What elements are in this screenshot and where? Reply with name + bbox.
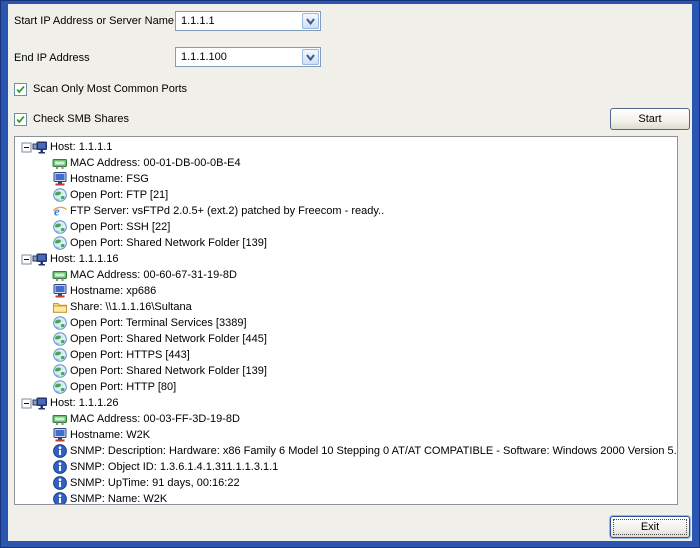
tree-item-row[interactable]: Open Port: Shared Network Folder [139] — [15, 363, 677, 379]
tree-item-row[interactable]: Open Port: Shared Network Folder [445] — [15, 331, 677, 347]
start-ip-dropdown-button[interactable] — [302, 13, 319, 29]
tree-item-row[interactable]: Open Port: FTP [21] — [15, 187, 677, 203]
tree-item-row[interactable]: SNMP: Name: W2K — [15, 491, 677, 505]
tree-item-label: Open Port: HTTP [80] — [70, 381, 176, 393]
port-icon — [52, 363, 68, 379]
info-icon — [52, 459, 68, 475]
port-icon — [52, 187, 68, 203]
tree-item-row[interactable]: Open Port: HTTP [80] — [15, 379, 677, 395]
info-icon — [52, 491, 68, 505]
tree-item-label: MAC Address: 00-03-FF-3D-19-8D — [70, 413, 240, 425]
tree-item-row[interactable]: Hostname: FSG — [15, 171, 677, 187]
info-icon — [52, 443, 68, 459]
port-icon — [52, 379, 68, 395]
tree-item-row[interactable]: Hostname: xp686 — [15, 283, 677, 299]
chevron-down-icon — [305, 53, 316, 62]
tree-item-row[interactable]: Share: \\1.1.1.16\Sultana — [15, 299, 677, 315]
check-icon — [15, 84, 26, 95]
exit-button[interactable]: Exit — [610, 516, 690, 538]
tree-item-label: Open Port: HTTPS [443] — [70, 349, 190, 361]
tree-item-row[interactable]: MAC Address: 00-01-DB-00-0B-E4 — [15, 155, 677, 171]
tree-item-row[interactable]: MAC Address: 00-03-FF-3D-19-8D — [15, 411, 677, 427]
end-ip-dropdown-button[interactable] — [302, 49, 319, 65]
host-icon — [32, 251, 48, 267]
tree-item-label: SNMP: Description: Hardware: x86 Family … — [70, 445, 678, 457]
port-icon — [52, 235, 68, 251]
port-icon — [52, 347, 68, 363]
tree-item-row[interactable]: Open Port: Terminal Services [3389] — [15, 315, 677, 331]
mac-icon — [52, 155, 68, 171]
tree-item-row[interactable]: SNMP: Description: Hardware: x86 Family … — [15, 443, 677, 459]
tree-item-label: Open Port: FTP [21] — [70, 189, 168, 201]
start-ip-combobox[interactable]: 1.1.1.1 — [175, 11, 321, 31]
tree-host-row[interactable]: Host: 1.1.1.16 — [15, 251, 677, 267]
svg-text:e: e — [54, 204, 60, 219]
start-ip-value: 1.1.1.1 — [176, 15, 302, 27]
tree-item-label: SNMP: Object ID: 1.3.6.1.4.1.311.1.1.3.1… — [70, 461, 278, 473]
collapse-expander-icon[interactable] — [21, 139, 32, 155]
host-label: Host: 1.1.1.26 — [50, 397, 119, 409]
mac-icon — [52, 411, 68, 427]
tree-item-label: MAC Address: 00-01-DB-00-0B-E4 — [70, 157, 241, 169]
tree-host-row[interactable]: Host: 1.1.1.1 — [15, 139, 677, 155]
tree-item-label: Open Port: SSH [22] — [70, 221, 170, 233]
tree-item-row[interactable]: Open Port: Shared Network Folder [139] — [15, 235, 677, 251]
tree-item-label: Hostname: FSG — [70, 173, 149, 185]
hostname-icon — [52, 427, 68, 443]
tree-item-label: Open Port: Terminal Services [3389] — [70, 317, 247, 329]
hostname-icon — [52, 171, 68, 187]
scan-common-ports-label: Scan Only Most Common Ports — [33, 83, 187, 95]
port-icon — [52, 331, 68, 347]
check-smb-label: Check SMB Shares — [33, 113, 129, 125]
port-icon — [52, 315, 68, 331]
tree-item-label: Open Port: Shared Network Folder [139] — [70, 365, 267, 377]
host-label: Host: 1.1.1.16 — [50, 253, 119, 265]
start-ip-label: Start IP Address or Server Name — [14, 15, 174, 28]
scan-common-ports-checkbox[interactable] — [14, 83, 27, 96]
tree-item-label: Hostname: xp686 — [70, 285, 156, 297]
mac-icon — [52, 267, 68, 283]
tree-item-label: FTP Server: vsFTPd 2.0.5+ (ext.2) patche… — [70, 205, 384, 217]
hostname-icon — [52, 283, 68, 299]
tree-item-row[interactable]: Hostname: W2K — [15, 427, 677, 443]
content-layer: Start IP Address or Server Name End IP A… — [0, 0, 700, 548]
tree-item-row[interactable]: MAC Address: 00-60-67-31-19-8D — [15, 267, 677, 283]
end-ip-combobox[interactable]: 1.1.1.100 — [175, 47, 321, 67]
tree-item-label: Share: \\1.1.1.16\Sultana — [70, 301, 192, 313]
tree-item-row[interactable]: SNMP: Object ID: 1.3.6.1.4.1.311.1.1.3.1… — [15, 459, 677, 475]
collapse-expander-icon[interactable] — [21, 395, 32, 411]
info-icon — [52, 475, 68, 491]
start-button[interactable]: Start — [610, 108, 690, 130]
tree-item-row[interactable]: Open Port: SSH [22] — [15, 219, 677, 235]
host-label: Host: 1.1.1.1 — [50, 141, 112, 153]
tree-item-label: SNMP: Name: W2K — [70, 493, 167, 505]
host-icon — [32, 395, 48, 411]
tree-item-label: Open Port: Shared Network Folder [445] — [70, 333, 267, 345]
end-ip-value: 1.1.1.100 — [176, 51, 302, 63]
tree-item-label: SNMP: UpTime: 91 days, 00:16:22 — [70, 477, 240, 489]
port-icon — [52, 219, 68, 235]
tree-item-label: Open Port: Shared Network Folder [139] — [70, 237, 267, 249]
check-smb-checkbox[interactable] — [14, 113, 27, 126]
tree-item-row[interactable]: Open Port: HTTPS [443] — [15, 347, 677, 363]
end-ip-label: End IP Address — [14, 52, 90, 65]
scan-results-tree[interactable]: Host: 1.1.1.1 MAC Address: 00-01-DB-00-0B… — [14, 136, 678, 505]
tree-item-row[interactable]: e FTP Server: vsFTPd 2.0.5+ (ext.2) patch… — [15, 203, 677, 219]
host-icon — [32, 139, 48, 155]
check-icon — [15, 114, 26, 125]
tree-item-label: MAC Address: 00-60-67-31-19-8D — [70, 269, 237, 281]
folder-icon — [52, 299, 68, 315]
collapse-expander-icon[interactable] — [21, 251, 32, 267]
chevron-down-icon — [305, 17, 316, 26]
tree-host-row[interactable]: Host: 1.1.1.26 — [15, 395, 677, 411]
tree-item-row[interactable]: SNMP: UpTime: 91 days, 00:16:22 — [15, 475, 677, 491]
ie-icon: e — [52, 203, 68, 219]
tree-item-label: Hostname: W2K — [70, 429, 150, 441]
